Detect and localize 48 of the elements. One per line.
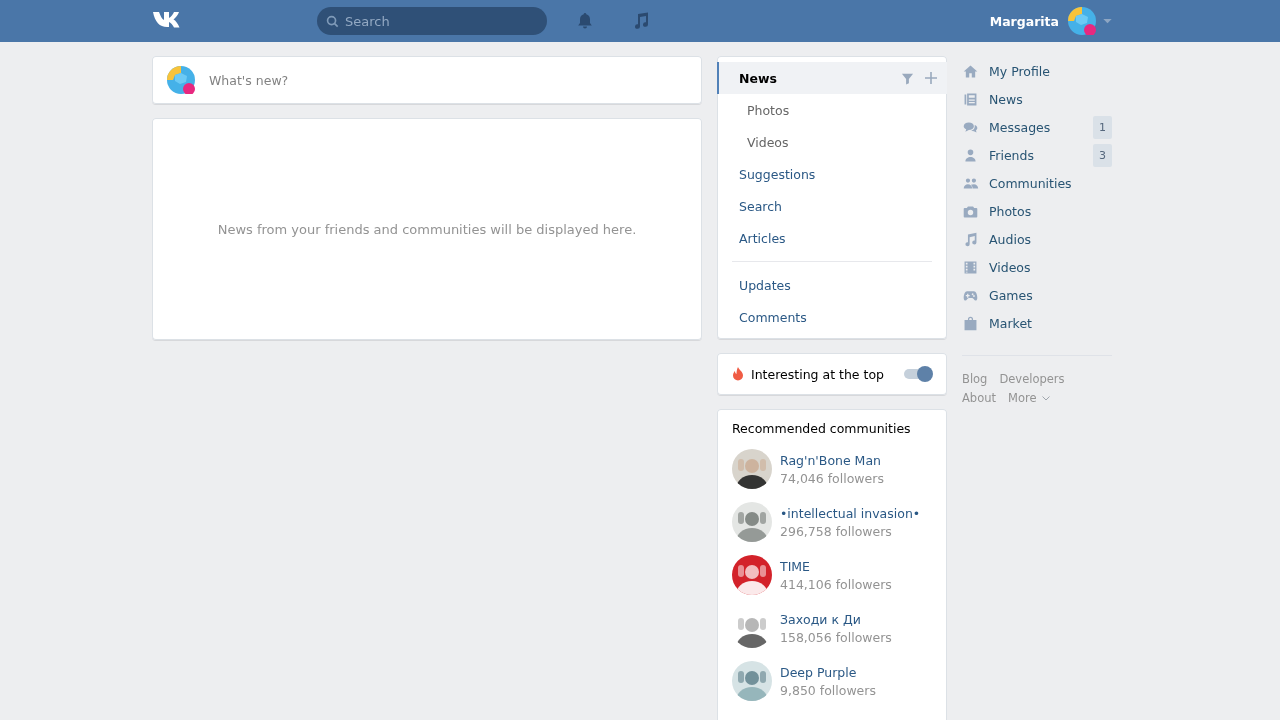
nav-item[interactable]: Videos [962,253,1112,281]
nav-item[interactable]: Market [962,309,1112,337]
count-badge: 1 [1093,115,1112,139]
search-field[interactable]: Search [317,7,547,35]
post-input[interactable]: What's new? [207,71,687,89]
nav-item[interactable]: Audios [962,225,1112,253]
filter-icon[interactable] [901,71,914,85]
empty-feed-message: News from your friends and communities will be displayed here. [217,221,637,237]
avatar-icon [167,66,195,94]
community-name[interactable]: Deep Purple [780,664,876,680]
nav-item[interactable]: Friends 3 [962,141,1112,169]
caret-icon[interactable] [1103,18,1112,24]
avatar-icon[interactable] [1068,7,1096,35]
menu-item[interactable]: Articles [717,222,947,254]
community-name[interactable]: •intellectual invasion• [780,505,921,521]
caret-icon [1041,395,1050,401]
community-name[interactable]: Rag'n'Bone Man [780,452,884,468]
toggle-switch[interactable] [904,369,932,379]
bell-icon[interactable] [575,11,595,31]
flame-icon [732,367,744,381]
search-icon [326,15,339,28]
user-name[interactable]: Margarita [989,13,1059,29]
follower-count: 296,758 followers [780,523,893,539]
menu-item[interactable]: Comments [717,301,947,333]
nav-item[interactable]: Communities [962,169,1112,197]
menu-item[interactable]: Suggestions [717,158,947,190]
nav-item[interactable]: News [962,85,1112,113]
menu-item[interactable]: Search [717,190,947,222]
menu-item[interactable]: Updates [717,269,947,301]
section-title: Recommended communities [732,421,912,436]
follower-count: 158,056 followers [780,629,892,645]
post-composer[interactable]: What's new? [152,56,702,104]
toggle-label: Interesting at the top [751,366,885,382]
follower-count: 9,850 followers [780,682,876,698]
follower-count: 74,046 followers [780,470,884,486]
count-badge: 3 [1093,143,1112,167]
nav-item[interactable]: Photos [962,197,1112,225]
nav-item[interactable]: My Profile [962,57,1112,85]
follower-count: 414,106 followers [780,576,892,592]
nav-item[interactable]: Messages 1 [962,113,1112,141]
menu-item[interactable]: Photos [717,94,947,126]
community-name[interactable]: TIME [780,558,892,574]
plus-icon[interactable] [924,71,938,85]
menu-item[interactable]: Videos [717,126,947,158]
menu-item[interactable]: News [717,62,947,94]
shopping-bag-icon [962,314,979,332]
nav-item[interactable]: Games [962,281,1112,309]
community-name[interactable]: Заходи к Ди [780,611,892,627]
